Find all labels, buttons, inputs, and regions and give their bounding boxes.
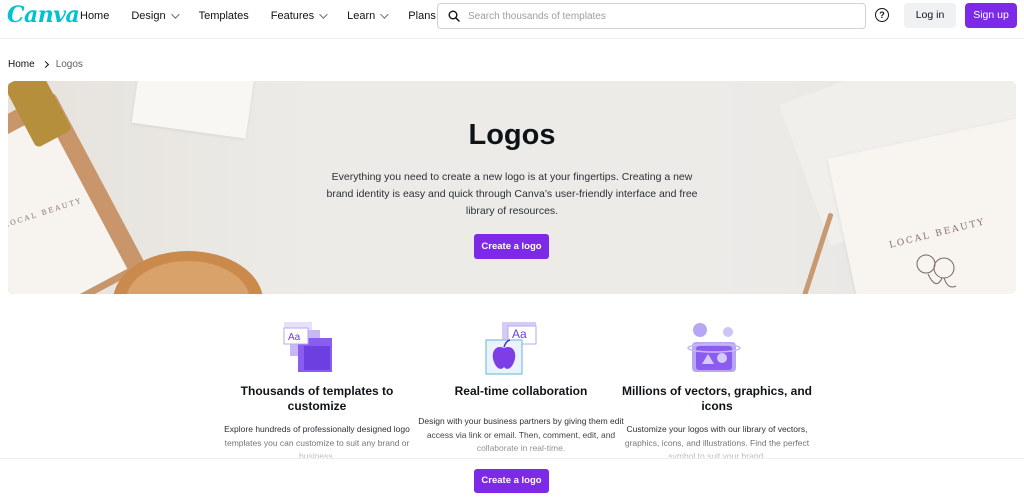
search-input[interactable] bbox=[468, 10, 848, 22]
templates-stack-icon: Aa bbox=[283, 322, 332, 372]
chevron-down-icon bbox=[170, 10, 180, 19]
nav-link-label: Plans bbox=[408, 10, 436, 22]
logo-text: Canva bbox=[7, 2, 80, 28]
signup-button[interactable]: Sign up bbox=[965, 3, 1017, 28]
create-logo-button[interactable]: Create a logo bbox=[474, 234, 549, 259]
feature-title: Real-time collaboration bbox=[454, 384, 588, 398]
feature-title: Thousands of templates to customize bbox=[240, 384, 394, 413]
nav-link-label: Design bbox=[131, 10, 166, 22]
chevron-right-icon bbox=[41, 60, 49, 69]
nav-links: Home Design Templates Features Learn Pla… bbox=[80, 0, 469, 32]
sticky-create-logo-button[interactable]: Create a logo bbox=[474, 469, 549, 493]
svg-text:Aa: Aa bbox=[288, 332, 301, 343]
nav-link-label: Home bbox=[80, 10, 110, 22]
nav-link-home[interactable]: Home bbox=[80, 10, 109, 22]
help-icon[interactable]: ? bbox=[875, 8, 889, 22]
hero-title: Logos bbox=[468, 119, 556, 151]
vectors-graphics-icon bbox=[687, 323, 741, 372]
breadcrumb-home-link[interactable]: Home bbox=[8, 59, 35, 70]
nav-link-features[interactable]: Features bbox=[270, 10, 328, 22]
hero-banner: LOCAL BEAUTY LOCAL BEAUTY Logos Everythi… bbox=[8, 81, 1016, 294]
login-button[interactable]: Log in bbox=[904, 3, 956, 28]
chevron-down-icon bbox=[380, 10, 389, 19]
nav-link-label: Learn bbox=[347, 10, 376, 22]
nav-divider bbox=[0, 38, 1024, 39]
floral-emblem-icon bbox=[916, 254, 957, 288]
nav-link-design[interactable]: Design bbox=[131, 10, 180, 22]
svg-text:Aa: Aa bbox=[512, 327, 527, 341]
nav-link-learn[interactable]: Learn bbox=[347, 10, 389, 22]
nav-link-templates[interactable]: Templates bbox=[199, 10, 249, 22]
breadcrumb-current: Logos bbox=[55, 59, 83, 70]
search-icon bbox=[448, 10, 460, 22]
feature-title: Millions of vectors, graphics, and icons bbox=[621, 384, 813, 413]
breadcrumb: Home Logos bbox=[8, 59, 83, 70]
hero-description: Everything you need to create a new logo… bbox=[326, 171, 698, 217]
nav-link-label: Templates bbox=[198, 10, 249, 22]
nav-link-label: Features bbox=[270, 10, 315, 22]
search-bar[interactable] bbox=[437, 3, 866, 29]
chevron-down-icon bbox=[319, 10, 328, 19]
collaboration-icon: Aa bbox=[485, 322, 537, 375]
top-navigation: Canva Home Design Templates Features Lea… bbox=[0, 0, 1024, 38]
pencil-image bbox=[799, 212, 834, 294]
canva-logo[interactable]: Canva bbox=[7, 2, 80, 28]
